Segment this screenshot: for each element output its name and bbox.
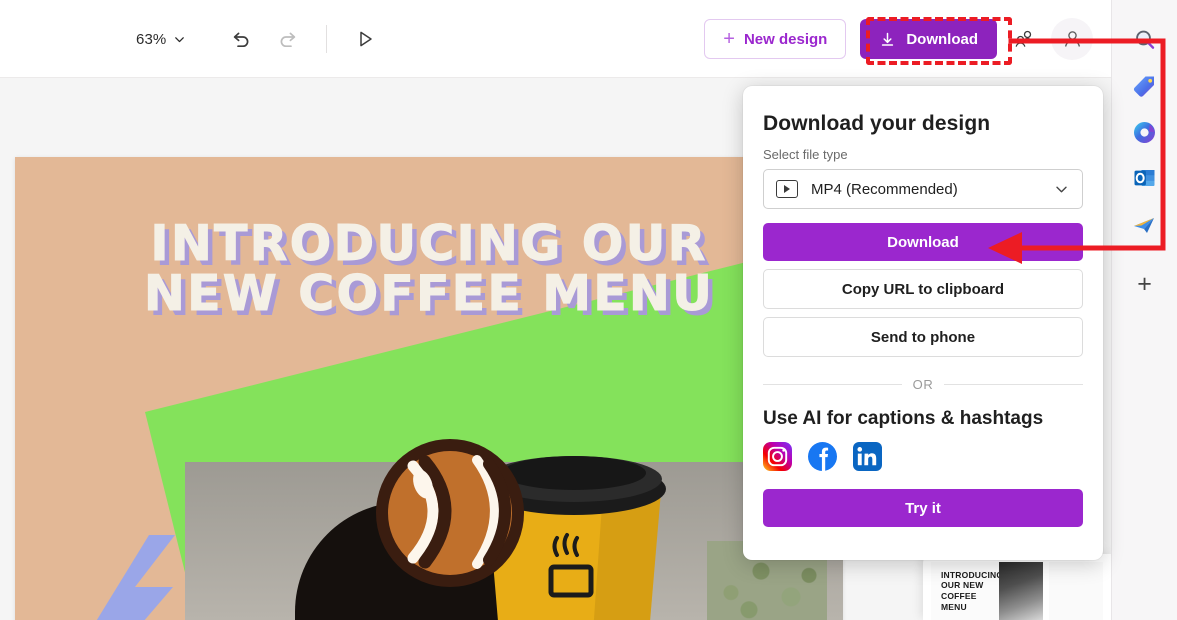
redo-arrow-icon [280,32,296,47]
chevron-down-icon [1056,186,1067,192]
divider-line-left [763,384,902,385]
account-avatar-button[interactable] [1051,18,1093,60]
sidebar-item-outlook[interactable] [1123,156,1167,200]
undo-arrow-icon [233,32,249,47]
toolbar-divider [326,25,328,53]
new-design-label: New design [743,30,828,48]
linkedin-icon[interactable] [853,442,882,471]
undo-button[interactable] [220,19,260,59]
coffee-bean-illustration [376,439,524,587]
page-thumbnail-strip[interactable]: INTRODUCING OUR NEW COFFEE MENU [923,554,1111,620]
sidebar-item-add[interactable]: + [1123,262,1167,306]
ai-section-title: Use AI for captions & hashtags [763,408,1044,429]
sidebar-item-shopping[interactable] [1123,64,1167,108]
divider-label: OR [912,377,934,392]
or-divider: OR [763,377,1084,392]
annotation-box-toolbar-download [866,17,1012,65]
facebook-icon[interactable] [808,442,837,471]
account-person-icon [1064,30,1080,47]
redo-button[interactable] [268,19,308,59]
video-file-icon [776,180,798,198]
file-type-select[interactable]: MP4 (Recommended) [763,169,1083,209]
design-headline: INTRODUCING OUR NEW COFFEE MENU [143,215,715,323]
lightning-bolt-shape [96,535,175,620]
page-thumbnail-item[interactable]: INTRODUCING OUR NEW COFFEE MENU [931,562,1043,620]
design-canvas[interactable]: INTRODUCING OUR NEW COFFEE MENU [15,157,843,620]
copilot-icon [1133,121,1155,143]
download-flyout-panel: Download your design Select file type MP… [743,86,1103,560]
toolbar-left-group: 63% [130,0,385,78]
app-root: INTRODUCING OUR NEW COFFEE MENU 63% + Ne… [0,0,1177,620]
browser-sidebar: + [1111,0,1177,620]
sidebar-item-copilot[interactable] [1123,110,1167,154]
search-icon [1135,30,1154,49]
flyout-title: Download your design [763,112,991,135]
games-icon [1134,217,1154,233]
thumbnail-headline-text: INTRODUCING OUR NEW COFFEE MENU [941,569,1004,612]
new-design-button[interactable]: + New design [704,19,847,59]
instagram-icon[interactable] [763,442,792,471]
copy-url-button[interactable]: Copy URL to clipboard [763,269,1083,309]
zoom-level-value: 63% [136,30,167,48]
shopping-tag-icon [1133,76,1154,97]
file-type-label: Select file type [763,147,848,162]
file-type-value: MP4 (Recommended) [811,180,958,198]
try-it-button[interactable]: Try it [763,489,1083,527]
zoom-control[interactable]: 63% [130,26,192,53]
download-button-panel[interactable]: Download [763,223,1083,261]
send-to-phone-button[interactable]: Send to phone [763,317,1083,357]
preview-play-button[interactable] [345,19,385,59]
divider-line-right [944,384,1084,385]
plus-icon: + [723,27,735,50]
page-thumbnail-item-next[interactable] [1049,562,1103,620]
chevron-down-icon [175,36,185,42]
outlook-icon [1134,170,1154,186]
play-triangle-icon [360,31,373,47]
thumbnail-photo [999,562,1043,620]
sidebar-item-games[interactable] [1123,202,1167,246]
sidebar-item-search[interactable] [1123,18,1167,62]
share-people-icon [1015,30,1032,47]
add-icon: + [1137,269,1152,298]
social-icons-row [763,442,1083,471]
